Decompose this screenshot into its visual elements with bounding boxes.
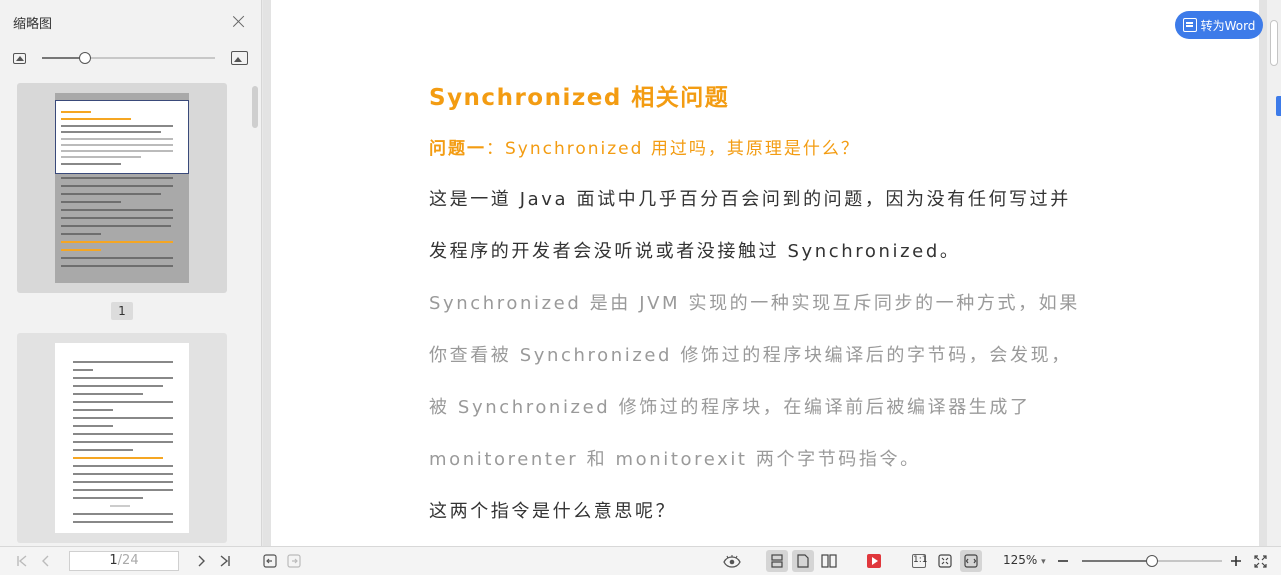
fit-width-button[interactable] [960, 550, 982, 572]
zoom-slider[interactable] [1082, 555, 1222, 567]
thumbnail-sidebar: 缩略图 1 [0, 0, 262, 546]
thumbnail-size-slider[interactable] [42, 51, 215, 65]
zoom-in-icon[interactable] [1228, 552, 1244, 570]
document-scrollbar[interactable] [1267, 0, 1281, 546]
last-page-icon[interactable] [217, 552, 233, 570]
two-page-view-button[interactable] [818, 550, 840, 572]
page-number-input[interactable]: 1/24 [69, 551, 179, 571]
sidebar-header: 缩略图 [0, 0, 261, 44]
previous-page-icon[interactable] [38, 552, 54, 570]
body-paragraph-line: 这是一道 Java 面试中几乎百分百会问到的问题，因为没有任何写过并 [429, 189, 1071, 210]
actual-size-icon: 1:1 [912, 554, 927, 568]
single-page-view-button[interactable] [792, 550, 814, 572]
zoom-slider-knob[interactable] [1146, 555, 1158, 567]
document-viewport[interactable]: Synchronized 相关问题 问题一：Synchronized 用过吗，其… [263, 0, 1267, 546]
close-icon[interactable] [231, 14, 247, 30]
question-heading: 问题一：Synchronized 用过吗，其原理是什么？ [429, 134, 860, 159]
play-slideshow-button[interactable] [863, 550, 885, 572]
zoom-level-value: 125% [1003, 553, 1038, 567]
status-bar: 1/24 1:1 125% ▾ [0, 546, 1281, 575]
zoom-in-image-icon[interactable] [231, 51, 248, 65]
question-text: ：Synchronized 用过吗，其原理是什么？ [486, 139, 860, 159]
back-icon[interactable] [262, 552, 278, 570]
continuous-scroll-view-button[interactable] [766, 550, 788, 572]
forward-icon[interactable] [286, 552, 302, 570]
fullscreen-icon[interactable] [1252, 552, 1268, 570]
current-page: 1 [109, 553, 118, 568]
zoom-out-image-icon[interactable] [13, 52, 26, 64]
total-pages: /24 [117, 553, 139, 568]
thumbnail-page-number: 1 [111, 302, 133, 320]
body-paragraph-line: 被 Synchronized 修饰过的程序块，在编译前后被编译器生成了 [429, 397, 1031, 418]
convert-to-word-label: 转为Word [1200, 18, 1256, 33]
document-heading: Synchronized 相关问题 [429, 85, 730, 111]
thumbnail-zoom-control [0, 44, 261, 72]
thumbnail-page-2[interactable] [17, 333, 227, 543]
body-paragraph-line: 发程序的开发者会没听说或者没接触过 Synchronized。 [429, 241, 961, 262]
document-page: Synchronized 相关问题 问题一：Synchronized 用过吗，其… [271, 0, 1259, 546]
page-thumbnail [55, 343, 189, 533]
sidebar-scrollbar[interactable] [252, 86, 258, 128]
body-paragraph-line: 这两个指令是什么意思呢？ [429, 501, 677, 522]
word-document-icon [1182, 18, 1197, 32]
question-label: 问题一 [429, 139, 486, 159]
page-thumbnail [55, 93, 189, 283]
first-page-icon[interactable] [14, 552, 30, 570]
fit-page-button[interactable] [934, 550, 956, 572]
sidebar-title: 缩略图 [13, 16, 53, 32]
chevron-down-icon: ▾ [1041, 557, 1046, 567]
zoom-out-icon[interactable] [1055, 552, 1071, 570]
convert-to-word-button[interactable]: 转为Word [1175, 11, 1263, 39]
scrollbar-thumb[interactable] [1270, 20, 1278, 66]
play-icon [867, 554, 881, 568]
next-page-icon[interactable] [193, 552, 209, 570]
body-paragraph-line: monitorenter 和 monitorexit 两个字节码指令。 [429, 449, 921, 470]
body-paragraph-line: 你查看被 Synchronized 修饰过的程序块编译后的字节码，会发现， [429, 345, 1072, 366]
body-paragraph-line: Synchronized 是由 JVM 实现的一种实现互斥同步的一种方式，如果 [429, 293, 1080, 314]
actual-size-button[interactable]: 1:1 [908, 550, 930, 572]
scroll-position-marker [1276, 96, 1281, 116]
eye-protection-icon[interactable] [722, 552, 742, 570]
zoom-level-dropdown[interactable]: 125% ▾ [1003, 553, 1046, 567]
thumbnail-page-1[interactable] [17, 83, 227, 293]
slider-knob[interactable] [79, 52, 91, 64]
